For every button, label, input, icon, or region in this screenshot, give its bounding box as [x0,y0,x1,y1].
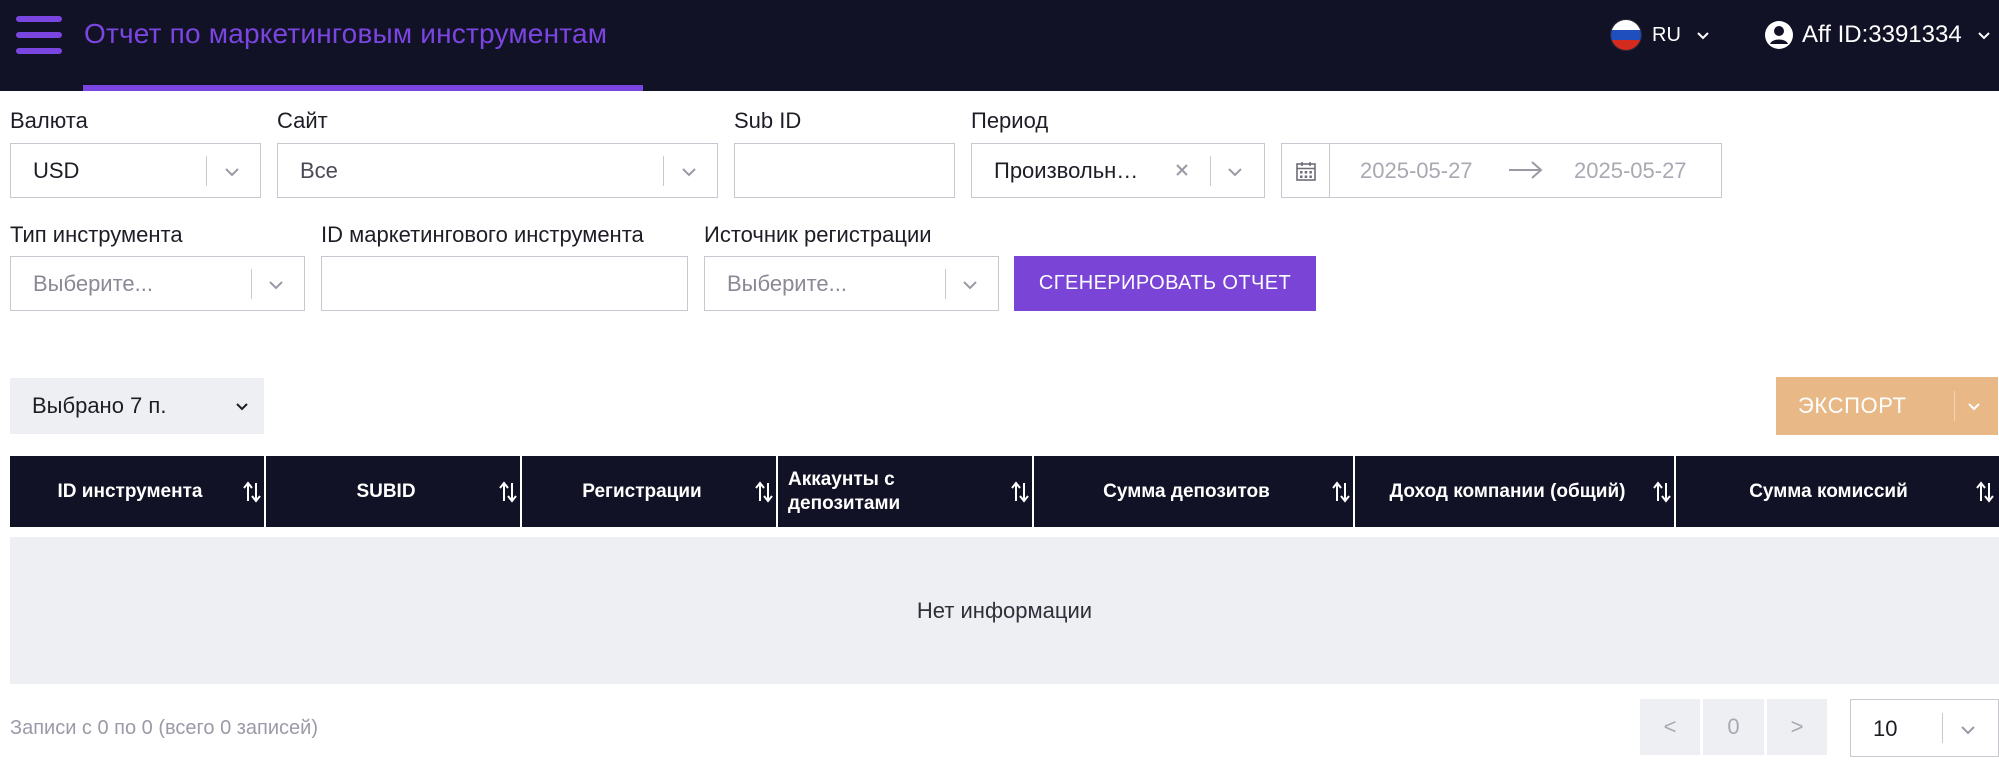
button-separator [1954,391,1955,421]
tool-type-select[interactable]: Выберите... [10,256,305,311]
column-header-commission-sum[interactable]: Сумма комиссий [1676,456,1999,527]
period-label: Период [971,108,1049,133]
sort-icon[interactable] [242,481,262,503]
column-header-subid[interactable]: SUBID [266,456,520,527]
table-header: ID инструмента SUBID Регистрации Аккаунт… [10,456,1999,527]
site-label: Сайт [277,108,328,133]
chevron-down-icon [225,168,239,177]
select-separator [1210,156,1211,186]
records-info: Записи с 0 по 0 (всего 0 записей) [10,717,319,739]
currency-select[interactable]: USD [10,143,261,198]
period-select[interactable]: Произвольн… [971,143,1265,198]
column-header-deposit-accounts[interactable]: Аккаунты с депозитами [778,456,1032,527]
tool-type-placeholder: Выберите... [33,271,154,296]
tool-id-label: ID маркетингового инструмента [321,222,644,247]
select-separator [206,156,207,186]
active-tab-indicator [83,85,643,91]
tool-id-input[interactable] [321,256,688,311]
column-header-label: SUBID [356,480,416,502]
column-header-label: Доход компании (общий) [1389,480,1626,502]
chevron-down-icon [1961,726,1975,735]
reg-source-label: Источник регистрации [704,222,932,247]
tool-type-label: Тип инструмента [10,222,183,247]
current-page: 0 [1703,699,1764,755]
column-header-company-income[interactable]: Доход компании (общий) [1355,456,1674,527]
date-to[interactable]: 2025-05-27 [1574,158,1687,184]
sort-icon[interactable] [1010,481,1030,503]
prev-page-button[interactable]: < [1640,699,1700,755]
sort-icon[interactable] [1975,481,1995,503]
affiliate-id: Aff ID:3391334 [1802,21,1962,48]
period-value: Произвольн… [994,158,1139,183]
sub-id-input[interactable] [734,143,955,198]
language-code: RU [1652,23,1681,46]
column-header-label: Аккаунты с депозитами [788,468,901,514]
user-icon [1765,21,1793,49]
page-size-select[interactable]: 10 [1850,699,1999,757]
select-separator [663,156,664,186]
column-header-tool-id[interactable]: ID инструмента [10,456,264,527]
page-size-value: 10 [1873,716,1898,741]
chevron-down-icon[interactable] [1966,398,1982,414]
empty-message: Нет информации [916,597,1093,623]
date-from[interactable]: 2025-05-27 [1360,158,1473,184]
chevron-down-icon [236,403,248,411]
sort-icon[interactable] [498,481,518,503]
date-range-picker[interactable]: 2025-05-27 2025-05-27 [1281,143,1722,198]
export-button[interactable]: ЭКСПОРТ [1776,377,1998,435]
chevron-down-icon [269,281,283,290]
sort-icon[interactable] [754,481,774,503]
chevron-down-icon [682,168,696,177]
export-label: ЭКСПОРТ [1798,393,1907,418]
top-bar: Отчет по маркетинговым инструментам RU A… [0,0,1999,91]
site-value: Все [300,158,338,183]
clear-icon[interactable] [1172,160,1192,180]
menu-icon[interactable] [16,16,62,54]
reg-source-select[interactable]: Выберите... [704,256,999,311]
chevron-down-icon [1977,32,1990,40]
calendar-icon[interactable] [1282,144,1330,197]
select-separator [945,269,946,299]
sort-icon[interactable] [1331,481,1351,503]
generate-report-button[interactable]: СГЕНЕРИРОВАТЬ ОТЧЕТ [1014,256,1316,311]
column-header-label: ID инструмента [57,480,203,502]
arrow-right-icon [1509,161,1543,179]
chevron-down-icon [963,281,977,290]
select-separator [1942,713,1943,743]
columns-selected-text: Выбрано 7 п. [32,393,167,418]
language-selector[interactable]: RU [1610,18,1711,52]
sub-id-label: Sub ID [734,108,802,133]
chevron-down-icon [1228,168,1242,177]
currency-value: USD [33,158,80,183]
chevron-down-icon [1697,32,1709,40]
next-page-button[interactable]: > [1767,699,1827,755]
column-header-label: Сумма депозитов [1103,480,1270,502]
column-header-deposit-sum[interactable]: Сумма депозитов [1034,456,1353,527]
table-empty-state: Нет информации [10,537,1999,684]
column-header-label: Регистрации [582,480,702,502]
russia-flag-icon [1610,19,1642,51]
site-select[interactable]: Все [277,143,718,198]
column-selector[interactable]: Выбрано 7 п. [10,378,264,434]
account-menu[interactable]: Aff ID:3391334 [1764,18,1992,52]
column-header-registrations[interactable]: Регистрации [522,456,776,527]
page-title: Отчет по маркетинговым инструментам [84,18,608,49]
reg-source-placeholder: Выберите... [727,271,848,296]
sort-icon[interactable] [1652,481,1672,503]
select-separator [251,269,252,299]
currency-label: Валюта [10,108,88,133]
column-header-label: Сумма комиссий [1749,480,1908,502]
